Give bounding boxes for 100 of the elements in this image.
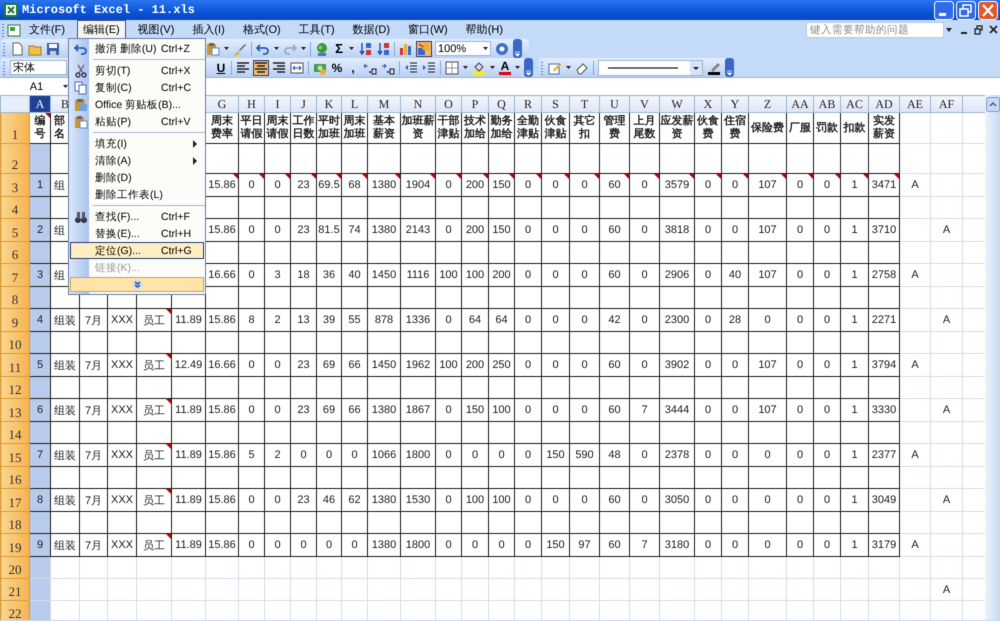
table-cell[interactable]: 0 — [786, 444, 814, 466]
table-cell[interactable]: 0 — [748, 444, 786, 466]
zoom-field[interactable]: 100% — [435, 41, 491, 56]
table-cell[interactable]: 0 — [786, 174, 814, 196]
table-cell[interactable]: 62 — [342, 488, 368, 512]
close-icon[interactable] — [989, 25, 998, 34]
table-cell[interactable]: 55 — [342, 308, 368, 332]
table-cell[interactable]: 107 — [748, 398, 786, 422]
table-cell[interactable]: 1 — [840, 534, 868, 556]
restore-icon[interactable] — [974, 24, 983, 34]
table-cell[interactable]: 0 — [264, 174, 290, 196]
table-cell[interactable]: 1380 — [368, 534, 400, 556]
table-cell[interactable]: 0 — [694, 354, 722, 376]
table-cell[interactable]: 员工 — [136, 534, 172, 556]
caret-icon[interactable] — [349, 47, 354, 50]
table-cell[interactable]: 1 — [840, 174, 868, 196]
table-cell[interactable]: 工作日数 — [290, 112, 316, 144]
table-cell[interactable]: 0 — [694, 398, 722, 422]
table-cell[interactable]: 100 — [462, 488, 488, 512]
table-cell[interactable]: 3471 — [868, 174, 900, 196]
table-cell[interactable]: 60 — [600, 264, 630, 286]
column-header[interactable]: H — [238, 96, 264, 112]
table-cell[interactable]: 3794 — [868, 354, 900, 376]
table-cell[interactable]: 15.86 — [206, 398, 238, 422]
table-cell[interactable]: 64 — [488, 308, 514, 332]
toolbar-options-button[interactable] — [725, 58, 734, 77]
table-cell[interactable]: 0 — [722, 174, 748, 196]
table-cell[interactable]: 5 — [30, 354, 50, 376]
table-cell[interactable]: 0 — [786, 218, 814, 242]
outdent-icon[interactable] — [404, 60, 418, 74]
column-header[interactable]: R — [514, 96, 542, 112]
line-style-field[interactable] — [598, 60, 703, 76]
table-cell[interactable]: 周末请假 — [264, 112, 290, 144]
table-cell[interactable]: 60 — [600, 218, 630, 242]
table-cell[interactable]: 150 — [488, 218, 514, 242]
table-cell[interactable]: 3049 — [868, 488, 900, 512]
table-cell[interactable]: 74 — [342, 218, 368, 242]
table-cell[interactable]: 1450 — [368, 354, 400, 376]
table-cell[interactable]: 150 — [488, 174, 514, 196]
table-cell[interactable]: 11.89 — [172, 398, 206, 422]
table-cell[interactable]: 0 — [436, 398, 462, 422]
table-cell[interactable]: 平时加班 — [316, 112, 342, 144]
submenu-arrow-icon[interactable] — [193, 140, 197, 148]
table-cell[interactable]: 40 — [342, 264, 368, 286]
table-cell[interactable]: 11.89 — [172, 534, 206, 556]
table-cell[interactable]: 100 — [488, 488, 514, 512]
menu-item[interactable]: 文件(F) — [23, 20, 72, 39]
table-cell[interactable]: 23 — [290, 174, 316, 196]
table-cell[interactable]: A — [930, 308, 962, 332]
globe-icon[interactable] — [315, 42, 329, 56]
table-cell[interactable]: 1380 — [368, 218, 400, 242]
excel-icon[interactable] — [4, 3, 18, 17]
table-cell[interactable]: 0 — [514, 174, 542, 196]
table-cell[interactable]: 0 — [814, 488, 840, 512]
table-cell[interactable]: 0 — [814, 174, 840, 196]
table-cell[interactable]: 23 — [290, 488, 316, 512]
table-cell[interactable]: 1 — [840, 444, 868, 466]
table-cell[interactable]: 0 — [694, 308, 722, 332]
table-cell[interactable]: 加班薪资 — [400, 112, 436, 144]
close-button[interactable] — [978, 0, 998, 20]
merge-center-icon[interactable] — [290, 60, 304, 74]
table-cell[interactable]: 7 — [30, 444, 50, 466]
table-cell[interactable]: 48 — [600, 444, 630, 466]
table-cell[interactable]: 1116 — [400, 264, 436, 286]
table-cell[interactable]: 罚款 — [814, 112, 840, 144]
undo-icon[interactable] — [74, 42, 88, 56]
column-header[interactable]: K — [316, 96, 342, 112]
table-cell[interactable]: 0 — [542, 218, 570, 242]
menu-item[interactable]: 工具(T) — [292, 20, 341, 39]
table-cell[interactable]: 员工 — [136, 488, 172, 512]
fill-color-icon[interactable] — [472, 60, 486, 74]
table-cell[interactable]: 150 — [462, 398, 488, 422]
table-cell[interactable]: 1380 — [368, 174, 400, 196]
table-cell[interactable]: 1800 — [400, 534, 436, 556]
row-header[interactable]: 16 — [0, 466, 30, 488]
table-cell[interactable]: 全勤津贴 — [514, 112, 542, 144]
table-cell[interactable]: 组装 — [50, 488, 80, 512]
table-cell[interactable]: 1 — [840, 264, 868, 286]
table-cell[interactable]: 16.66 — [206, 354, 238, 376]
table-cell[interactable]: A — [900, 534, 930, 556]
row-header[interactable]: 17 — [0, 488, 30, 512]
row-header[interactable]: 14 — [0, 422, 30, 444]
column-header[interactable]: Q — [488, 96, 514, 112]
align-left-icon[interactable] — [236, 60, 250, 74]
table-cell[interactable]: 11.89 — [172, 444, 206, 466]
table-cell[interactable]: 应发薪资 — [660, 112, 694, 144]
table-cell[interactable]: 7月 — [80, 488, 108, 512]
table-cell[interactable]: 8 — [30, 488, 50, 512]
menu-item[interactable]: 撤消 删除(U) Ctrl+Z — [70, 40, 204, 57]
toolbar-grip[interactable] — [3, 60, 6, 76]
sort-descending-icon[interactable] — [376, 42, 390, 56]
table-cell[interactable]: 0 — [436, 488, 462, 512]
table-cell[interactable]: 0 — [722, 444, 748, 466]
table-cell[interactable]: 0 — [786, 398, 814, 422]
table-cell[interactable]: 15.86 — [206, 444, 238, 466]
table-cell[interactable]: 0 — [238, 488, 264, 512]
toolbar-grip[interactable] — [3, 40, 6, 56]
table-cell[interactable]: 勤务加给 — [488, 112, 514, 144]
menu-item[interactable]: 视图(V) — [132, 20, 180, 39]
table-cell[interactable]: 1 — [30, 174, 50, 196]
